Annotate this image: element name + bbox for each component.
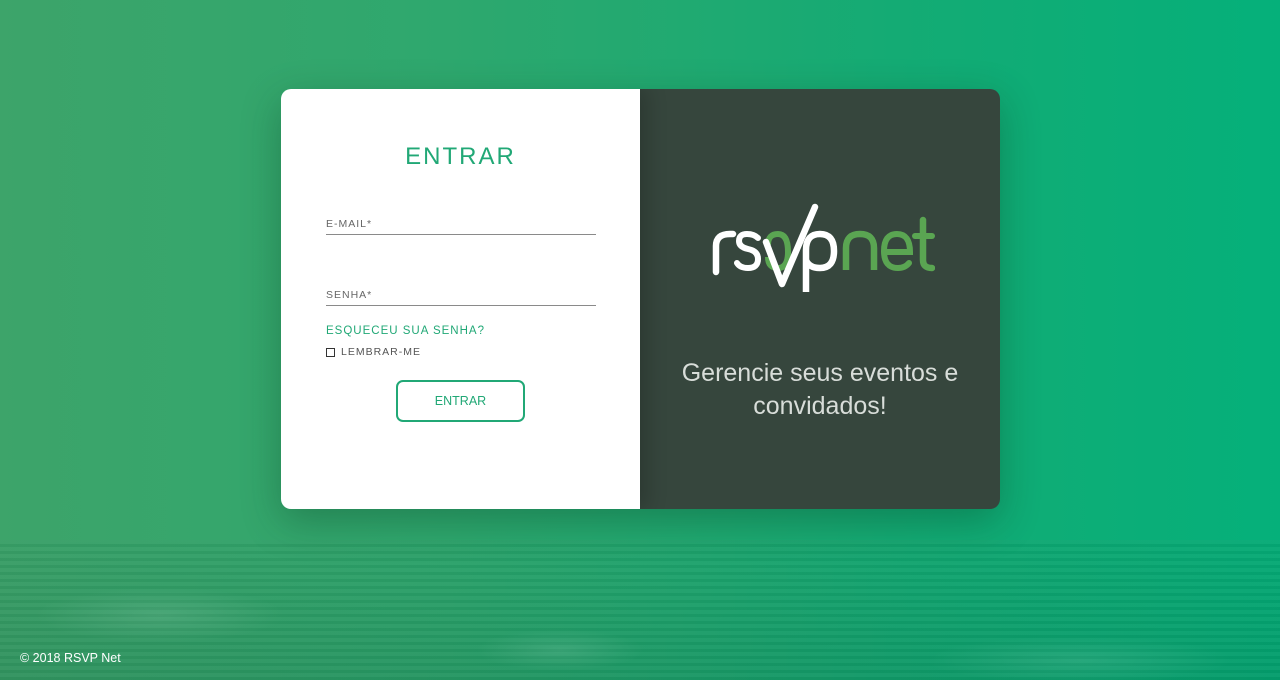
brand-panel: Gerencie seus eventos e convidados!	[640, 89, 1000, 509]
email-field[interactable]: E-MAIL*	[326, 216, 596, 235]
login-card: ENTRAR E-MAIL* SENHA* ESQUECEU SUA SENHA…	[281, 89, 1000, 509]
login-panel: ENTRAR E-MAIL* SENHA* ESQUECEU SUA SENHA…	[281, 89, 640, 509]
forgot-password-link[interactable]: ESQUECEU SUA SENHA?	[326, 325, 485, 337]
footer-copyright: © 2018 RSVP Net	[20, 651, 121, 665]
background-sea-image	[0, 540, 1280, 680]
remember-me[interactable]: LEMBRAR-ME	[326, 346, 421, 358]
rsvpnet-logo	[712, 203, 935, 292]
remember-me-checkbox[interactable]	[326, 347, 335, 357]
brand-tagline: Gerencie seus eventos e convidados!	[681, 359, 959, 420]
password-input[interactable]	[326, 287, 596, 305]
password-field[interactable]: SENHA*	[326, 287, 596, 306]
remember-me-label: LEMBRAR-ME	[341, 346, 422, 358]
email-input[interactable]	[326, 216, 596, 234]
login-submit-button[interactable]: ENTRAR	[396, 380, 525, 422]
login-title: ENTRAR	[405, 143, 516, 170]
